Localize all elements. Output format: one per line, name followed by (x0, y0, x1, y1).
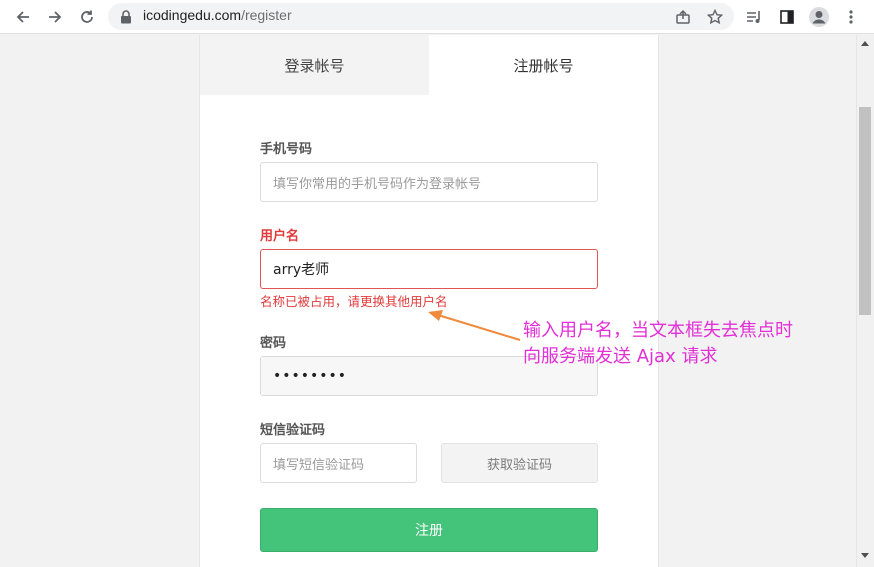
scrollbar-thumb[interactable] (859, 107, 871, 315)
annotation-line-1: 输入用户名，当文本框失去焦点时 (523, 320, 793, 341)
annotation-arrow-line (437, 314, 521, 341)
annotation-arrow-head (428, 310, 443, 321)
annotation-arrow (428, 310, 521, 341)
scroll-down-arrow-icon[interactable] (859, 551, 871, 561)
scroll-up-arrow-icon[interactable] (859, 38, 871, 48)
annotation-line-2: 向服务端发送 Ajax 请求 (523, 346, 718, 367)
